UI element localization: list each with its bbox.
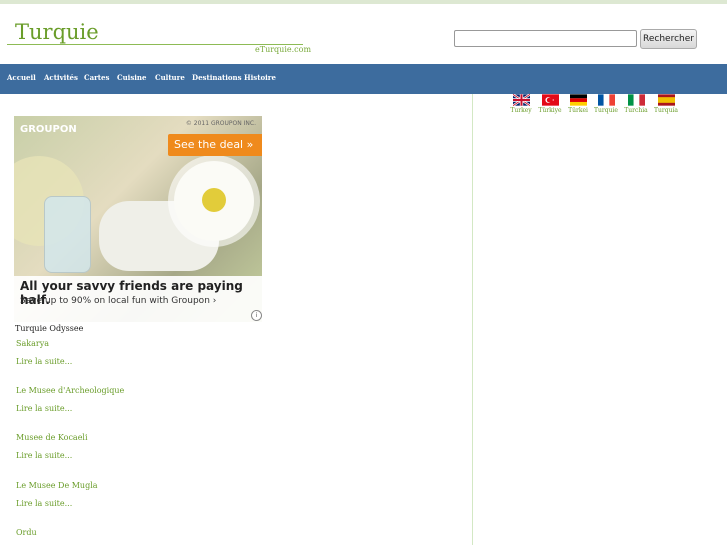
read-more-link[interactable]: Lire la suite... [16,404,72,413]
language-flags: Turkey Türkiye Türkei Turquie Turchia Tu… [508,94,684,124]
nav-item-destinations[interactable]: Destinations [192,73,242,82]
column-divider [472,94,473,545]
main-nav: Accueil Activités Cartes Cuisine Culture… [0,64,727,94]
article-title-link[interactable]: Musee de Kocaeli [16,433,88,442]
italy-flag-icon [627,94,645,106]
nav-item-culture[interactable]: Culture [155,73,185,82]
language-italian[interactable]: Turchia [623,94,649,114]
article-title-link[interactable]: Le Musee d'Archeologique [16,386,124,395]
language-turkish[interactable]: Türkiye [537,94,563,114]
article-title-link[interactable]: Sakarya [16,339,49,348]
nav-item-activites[interactable]: Activités [44,73,78,82]
language-label: Türkiye [538,107,562,114]
ad-copyright: © 2011 GROUPON INC. [185,120,256,127]
nav-item-cuisine[interactable]: Cuisine [117,73,146,82]
language-german[interactable]: Türkei [565,94,591,114]
see-the-deal-button[interactable]: See the deal » [168,134,262,156]
ad-info-icon[interactable]: i [251,310,262,321]
language-label: Turchia [624,107,648,114]
language-french[interactable]: Turquie [593,94,619,114]
uk-flag-icon [512,94,530,106]
groupon-ad-banner[interactable]: GROUPON © 2011 GROUPON INC. See the deal… [14,116,262,322]
site-title[interactable]: Turquie [15,20,99,44]
read-more-link[interactable]: Lire la suite... [16,499,72,508]
ad-caption: Turquie Odyssee [15,324,84,333]
read-more-link[interactable]: Lire la suite... [16,357,72,366]
language-english[interactable]: Turkey [508,94,534,114]
spain-flag-icon [657,94,675,106]
article-title-link[interactable]: Ordu [16,528,37,537]
site-domain: eTurquie.com [255,45,312,54]
language-label: Turquie [594,107,618,114]
language-label: Turkey [510,107,532,114]
language-spanish[interactable]: Turquía [653,94,679,114]
site-header: Turquie eTurquie.com Rechercher [0,4,727,64]
groupon-logo: GROUPON [20,124,77,135]
search-input[interactable] [454,30,637,47]
article-title-link[interactable]: Le Musee De Mugla [16,481,98,490]
search-button[interactable]: Rechercher [640,29,697,49]
read-more-link[interactable]: Lire la suite... [16,451,72,460]
ad-flower-center [202,188,226,212]
nav-item-accueil[interactable]: Accueil [7,73,36,82]
ad-bottle-shape [44,196,91,273]
germany-flag-icon [569,94,587,106]
language-label: Türkei [568,107,588,114]
language-label: Turquía [654,107,678,114]
france-flag-icon [597,94,615,106]
ad-subline: Save up to 90% on local fun with Groupon… [20,296,217,306]
nav-item-cartes[interactable]: Cartes [84,73,109,82]
nav-item-histoire[interactable]: Histoire [244,73,276,82]
turkey-flag-icon [541,94,559,106]
